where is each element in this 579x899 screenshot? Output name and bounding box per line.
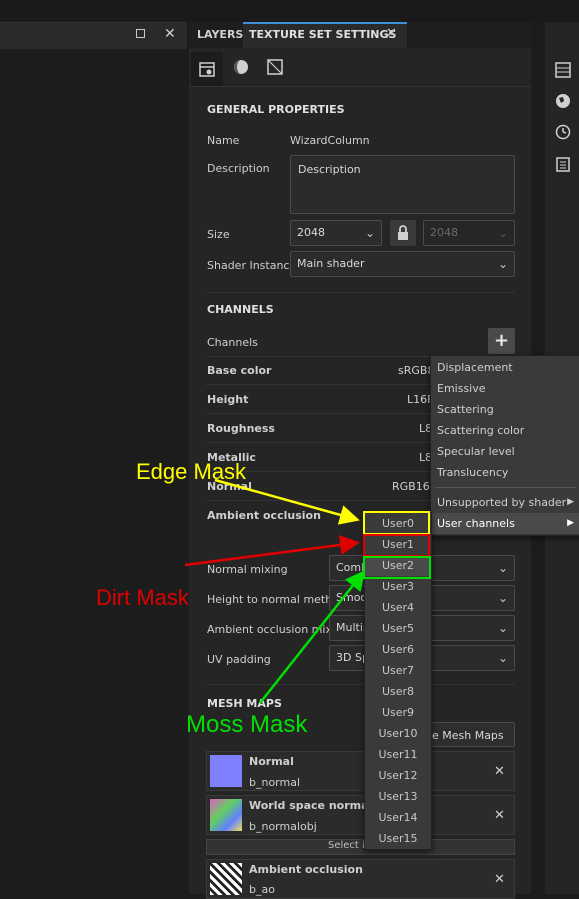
dirt-mask-label: Dirt Mask [96, 585, 189, 610]
edge-arrow [214, 478, 360, 525]
dirt-arrow [184, 535, 360, 567]
moss-mask-label: Moss Mask [186, 711, 308, 738]
edge-mask-label: Edge Mask [136, 459, 247, 484]
annotation-arrows [184, 478, 366, 704]
moss-arrow [259, 570, 366, 704]
